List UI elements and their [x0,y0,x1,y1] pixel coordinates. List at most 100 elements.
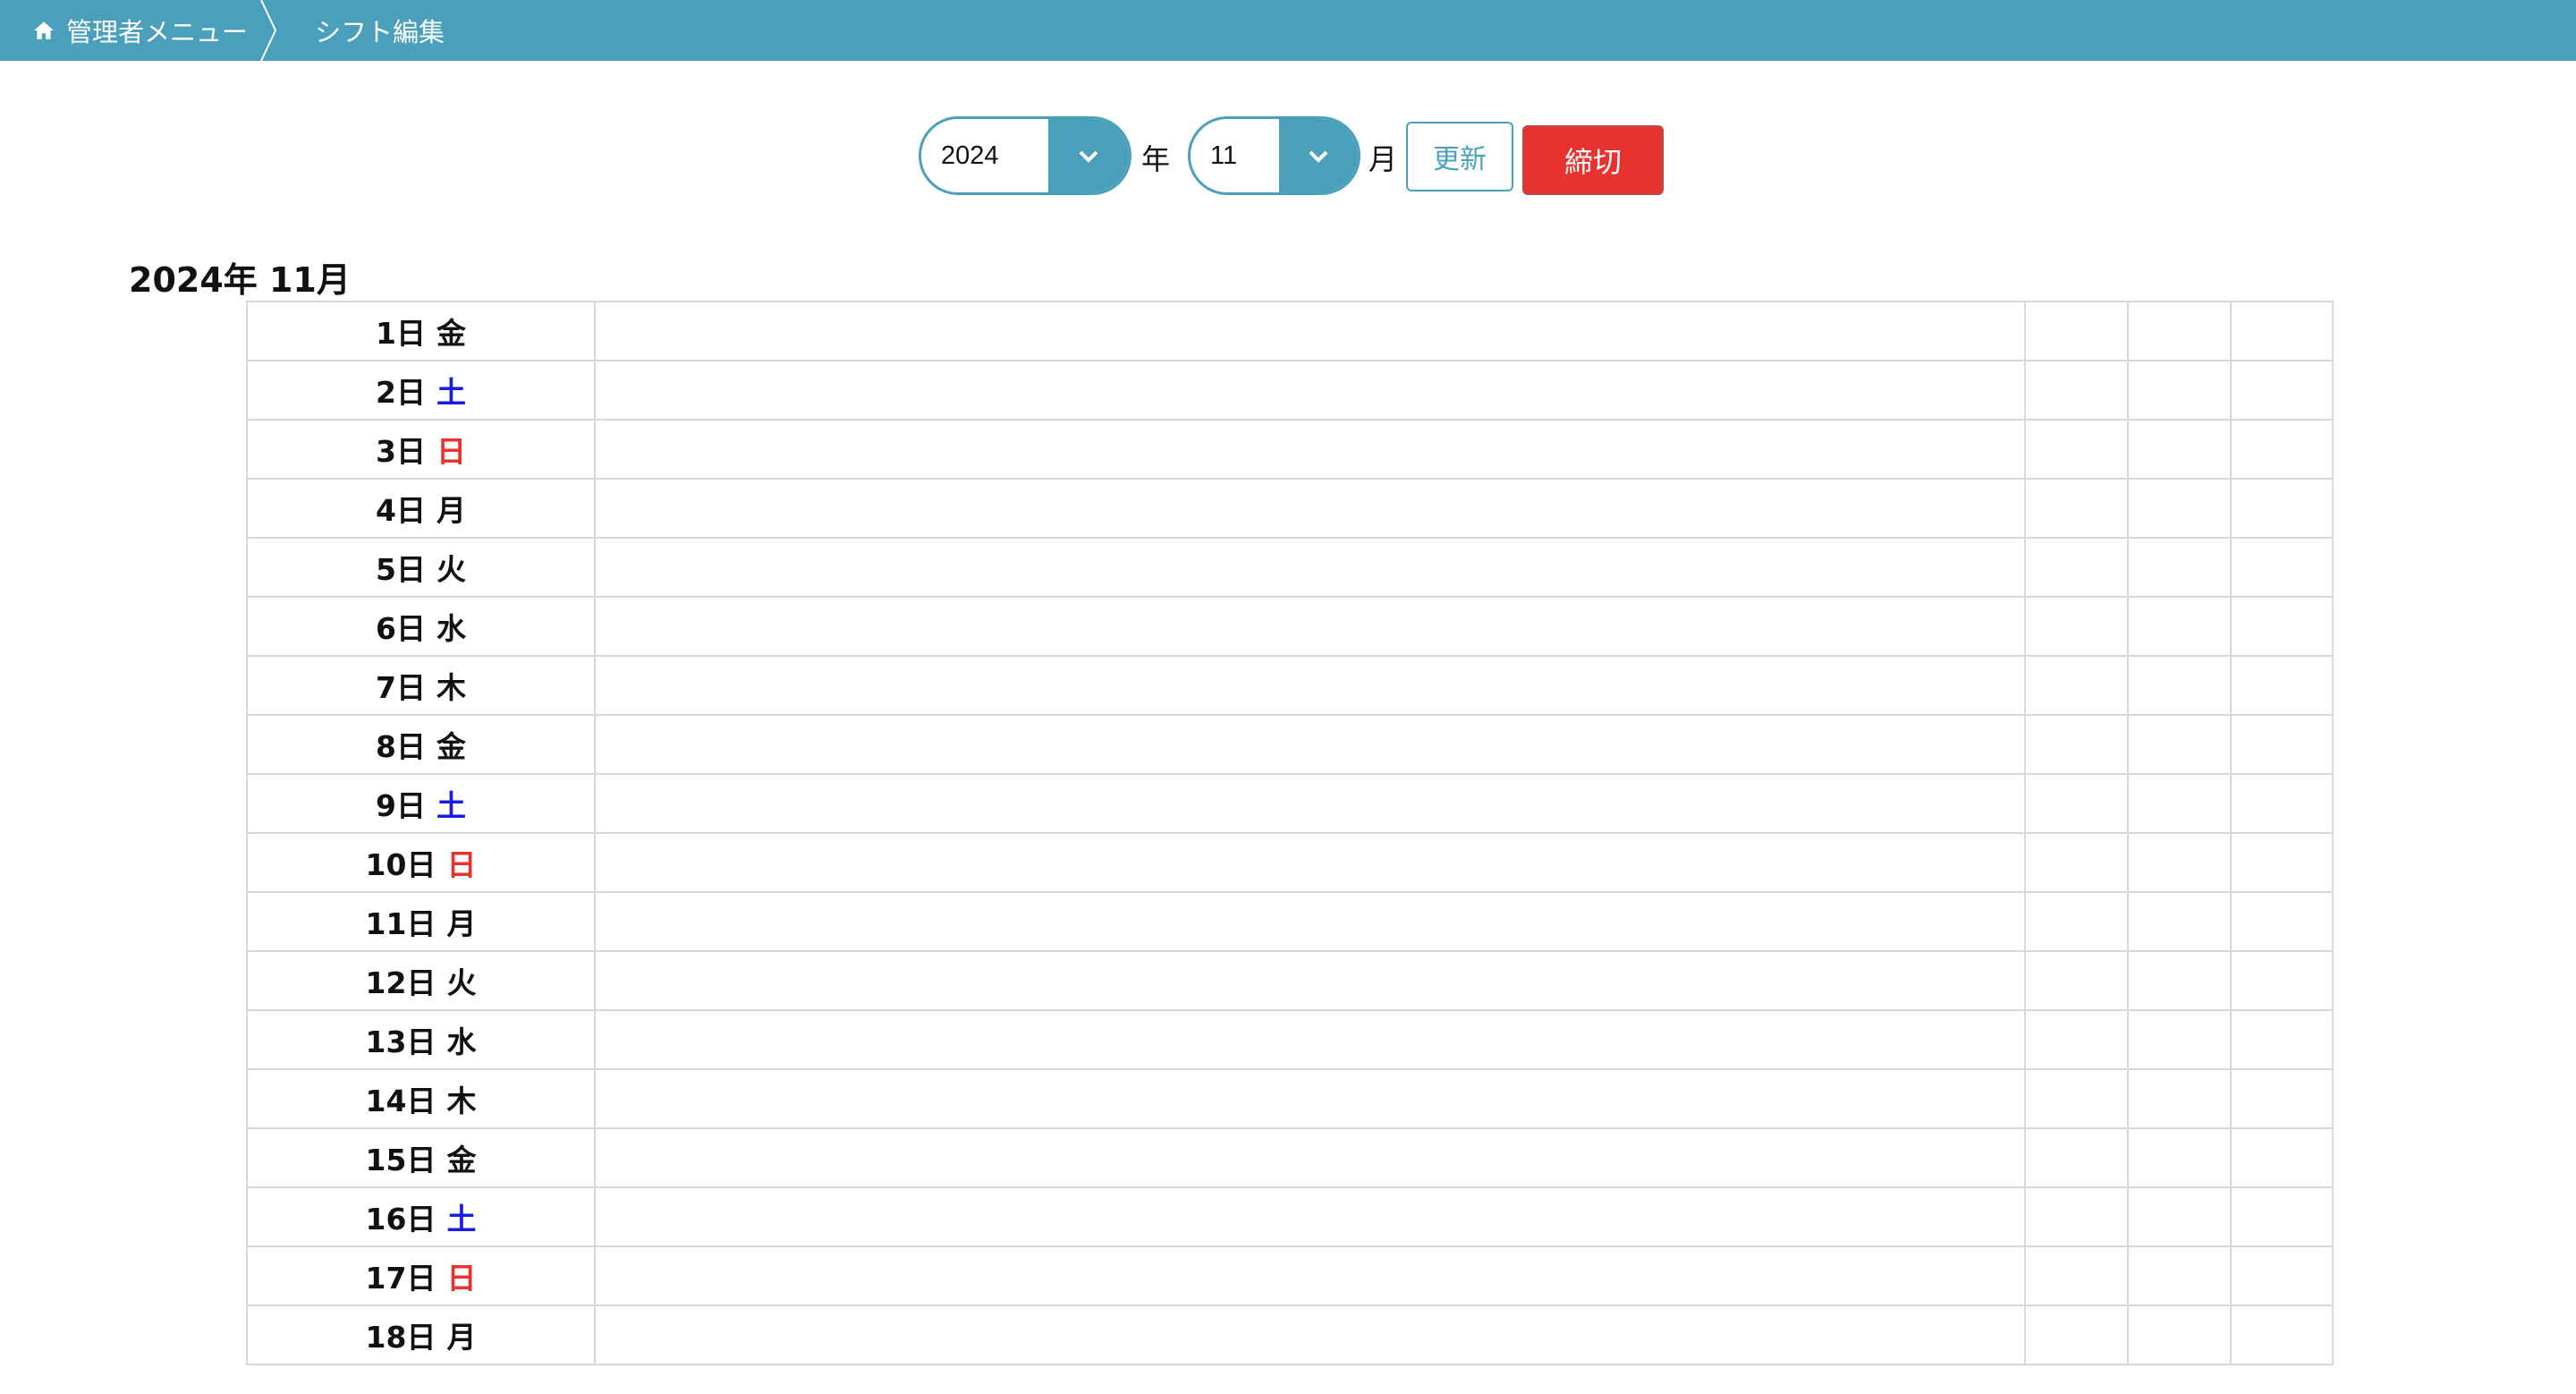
update-button[interactable]: 更新 [1406,122,1513,191]
shift-extra-cell[interactable] [2127,301,2232,361]
shift-extra-cell[interactable] [2230,1127,2334,1188]
shift-extra-cell[interactable] [2230,419,2334,480]
shift-cell[interactable] [594,1186,2026,1247]
shift-extra-cell[interactable] [2127,478,2232,539]
shift-extra-cell[interactable] [2024,1127,2129,1188]
shift-cell[interactable] [594,891,2026,952]
shift-extra-cell[interactable] [2127,1127,2232,1188]
shift-extra-cell[interactable] [2127,1186,2232,1247]
shift-cell[interactable] [594,773,2026,834]
month-select[interactable]: 11 [1188,116,1360,195]
shift-cell[interactable] [594,1127,2026,1188]
table-row: 9日土 [246,773,2334,834]
shift-extra-cell[interactable] [2024,714,2129,775]
table-row: 13日水 [246,1009,2334,1070]
shift-extra-cell[interactable] [2230,832,2334,893]
shift-extra-cell[interactable] [2230,301,2334,361]
shift-extra-cell[interactable] [2127,714,2232,775]
month-select-arrow[interactable] [1279,119,1358,192]
shift-cell[interactable] [594,714,2026,775]
shift-extra-cell[interactable] [2024,1245,2129,1306]
shift-extra-cell[interactable] [2230,714,2334,775]
shift-extra-cell[interactable] [2024,655,2129,716]
shift-extra-cell[interactable] [2024,773,2129,834]
shift-extra-cell[interactable] [2230,655,2334,716]
shift-cell[interactable] [594,537,2026,598]
shift-extra-cell[interactable] [2024,1186,2129,1247]
shift-extra-cell[interactable] [2127,1009,2232,1070]
day-of-week: 土 [446,1202,477,1237]
shift-extra-cell[interactable] [2230,360,2334,421]
shift-extra-cell[interactable] [2024,419,2129,480]
shift-extra-cell[interactable] [2127,832,2232,893]
shift-extra-cell[interactable] [2230,1009,2334,1070]
shift-extra-cell[interactable] [2024,537,2129,598]
shift-cell[interactable] [594,1245,2026,1306]
shift-extra-cell[interactable] [2127,950,2232,1011]
shift-cell[interactable] [594,1068,2026,1129]
shift-extra-cell[interactable] [2024,360,2129,421]
table-row: 10日日 [246,832,2334,893]
month-select-value: 11 [1210,140,1238,170]
shift-cell[interactable] [594,596,2026,657]
day-number: 3日 [376,434,426,469]
day-cell: 10日日 [246,832,596,893]
chevron-down-icon [1079,150,1098,163]
year-unit-label: 年 [1141,142,1171,176]
breadcrumb-home-link[interactable]: 管理者メニュー [32,0,248,61]
shift-extra-cell[interactable] [2230,891,2334,952]
shift-extra-cell[interactable] [2127,1245,2232,1306]
shift-extra-cell[interactable] [2230,773,2334,834]
table-row: 12日火 [246,950,2334,1011]
shift-extra-cell[interactable] [2127,360,2232,421]
day-cell: 14日木 [246,1068,596,1129]
shift-cell[interactable] [594,832,2026,893]
close-button[interactable]: 締切 [1522,125,1664,195]
shift-extra-cell[interactable] [2127,1305,2232,1365]
shift-cell[interactable] [594,1009,2026,1070]
shift-extra-cell[interactable] [2230,478,2334,539]
shift-extra-cell[interactable] [2024,478,2129,539]
shift-cell[interactable] [594,301,2026,361]
shift-extra-cell[interactable] [2127,773,2232,834]
shift-extra-cell[interactable] [2024,832,2129,893]
shift-cell[interactable] [594,1305,2026,1365]
shift-extra-cell[interactable] [2230,1245,2334,1306]
table-row: 16日土 [246,1186,2334,1247]
shift-extra-cell[interactable] [2230,1186,2334,1247]
breadcrumb: 管理者メニュー シフト編集 [0,0,2576,61]
shift-extra-cell[interactable] [2127,596,2232,657]
shift-extra-cell[interactable] [2024,891,2129,952]
shift-extra-cell[interactable] [2127,655,2232,716]
day-cell: 8日金 [246,714,596,775]
shift-extra-cell[interactable] [2230,1305,2334,1365]
shift-extra-cell[interactable] [2127,891,2232,952]
day-of-week: 水 [436,611,466,646]
shift-extra-cell[interactable] [2230,596,2334,657]
shift-extra-cell[interactable] [2024,301,2129,361]
shift-cell[interactable] [594,419,2026,480]
day-number: 12日 [365,965,436,1000]
shift-extra-cell[interactable] [2024,950,2129,1011]
day-cell: 2日土 [246,360,596,421]
year-select[interactable]: 2024 [919,116,1131,195]
shift-cell[interactable] [594,360,2026,421]
shift-extra-cell[interactable] [2024,1068,2129,1129]
shift-extra-cell[interactable] [2024,596,2129,657]
table-row: 7日木 [246,655,2334,716]
shift-extra-cell[interactable] [2024,1009,2129,1070]
shift-extra-cell[interactable] [2024,1305,2129,1365]
table-row: 11日月 [246,891,2334,952]
shift-extra-cell[interactable] [2230,950,2334,1011]
shift-extra-cell[interactable] [2127,1068,2232,1129]
shift-cell[interactable] [594,478,2026,539]
year-select-arrow[interactable] [1048,119,1129,192]
shift-cell[interactable] [594,655,2026,716]
shift-extra-cell[interactable] [2230,537,2334,598]
day-of-week: 日 [436,434,466,469]
shift-extra-cell[interactable] [2127,537,2232,598]
day-cell: 12日火 [246,950,596,1011]
shift-cell[interactable] [594,950,2026,1011]
shift-extra-cell[interactable] [2230,1068,2334,1129]
shift-extra-cell[interactable] [2127,419,2232,480]
